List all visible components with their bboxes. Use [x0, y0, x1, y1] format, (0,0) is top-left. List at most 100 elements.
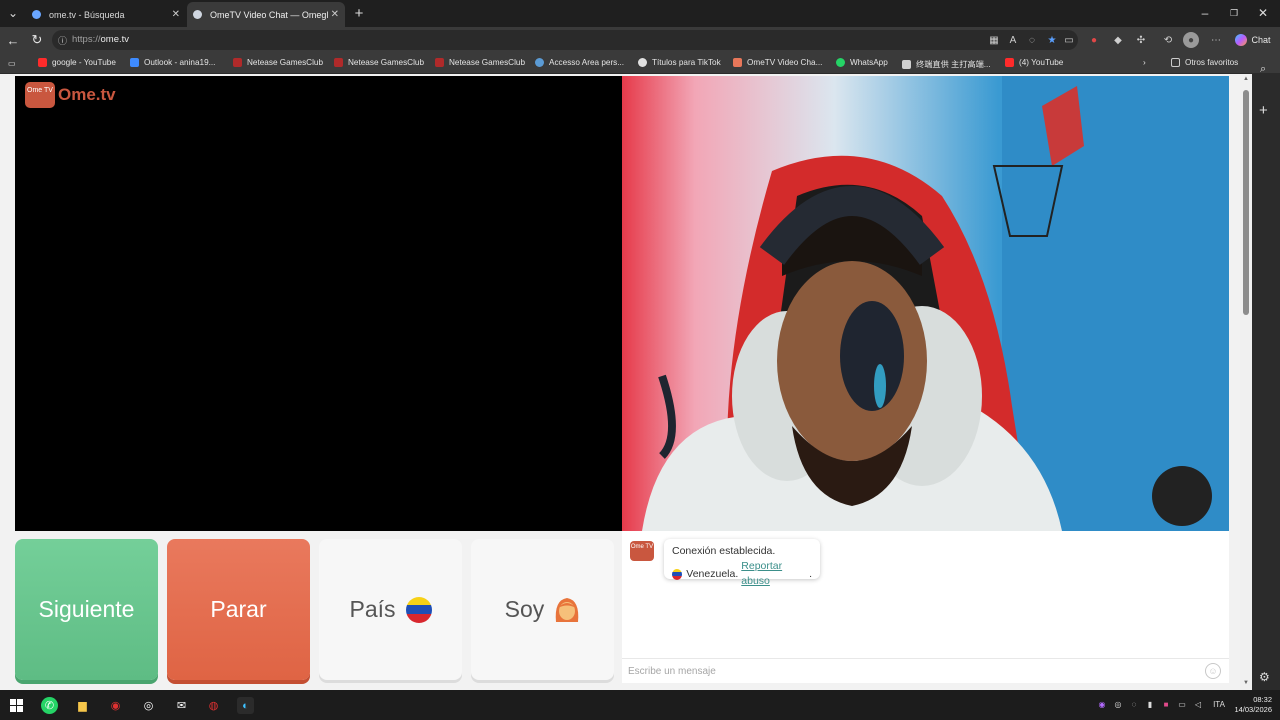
new-tab-button[interactable]: + — [350, 4, 368, 22]
file-explorer-icon[interactable]: ▆ — [74, 697, 91, 714]
close-tab-icon[interactable]: ✕ — [172, 9, 180, 20]
bookmark-item[interactable]: Netease GamesClub — [334, 58, 424, 67]
read-aloud-icon[interactable]: ◌ — [1024, 32, 1040, 48]
more-menu-icon[interactable]: ⋯ — [1208, 32, 1224, 48]
scrollbar-thumb[interactable] — [1243, 90, 1249, 315]
close-tab-icon[interactable]: ✕ — [331, 9, 339, 20]
translate-icon[interactable]: A — [1005, 32, 1021, 48]
bookmark-item[interactable]: (4) YouTube — [1005, 58, 1063, 67]
partner-country: Venezuela. — [686, 567, 739, 580]
copilot-chat-button[interactable]: Chat — [1233, 32, 1273, 48]
scroll-down-icon[interactable]: ▼ — [1243, 680, 1249, 686]
scroll-up-icon[interactable]: ▲ — [1243, 76, 1249, 82]
screen-recorder-icon[interactable]: ◍ — [205, 697, 222, 714]
ometv-page: Ome TV Ome.tv Siguiente Parar País Soy O… — [0, 74, 1240, 690]
back-icon[interactable]: ← — [4, 31, 22, 49]
extensions-puzzle-icon[interactable]: ✣ — [1133, 32, 1149, 48]
tab-list-dropdown-icon[interactable]: ⌄ — [4, 4, 22, 22]
address-toolbar: ← ↻ ⓘ https://ome.tv ▦ A ◌ ★ ▭ ● ◆ ✣ ⟲ ●… — [0, 27, 1280, 53]
chat-panel: Ome TV Conexión establecida. Venezuela. … — [622, 531, 1229, 683]
address-field[interactable]: ⓘ https://ome.tv — [52, 30, 1078, 50]
bookmark-label: google - YouTube — [52, 58, 116, 67]
site-info-icon[interactable]: ⓘ — [58, 34, 67, 47]
report-abuse-link[interactable]: Reportar abuso — [741, 559, 809, 589]
emoji-icon[interactable]: ☺ — [1205, 663, 1221, 679]
microphone-icon[interactable]: ▮ — [1144, 698, 1156, 710]
search-icon[interactable]: ⌕ — [1260, 63, 1266, 76]
bookmark-label: WhatsApp — [850, 58, 888, 67]
minimize-icon[interactable]: – — [1196, 4, 1214, 22]
venezuela-flag-icon — [405, 596, 432, 623]
report-suffix: . — [809, 567, 812, 580]
tab-search[interactable]: ome.tv - Búsqueda ✕ — [26, 2, 186, 27]
tray-app-icon[interactable]: ◌ — [1128, 698, 1140, 710]
edge-side-panel: ⌕ + ⚙ — [1252, 63, 1280, 690]
local-video: Ome TV Ome.tv — [15, 76, 622, 531]
whatsapp-app-icon[interactable]: ✆ — [41, 697, 58, 714]
mail-app-icon[interactable]: ✉ — [173, 697, 190, 714]
remote-video — [622, 76, 1229, 531]
ometv-logo[interactable]: Ome TV Ome.tv — [25, 82, 116, 108]
bookmark-item[interactable]: Netease GamesClub — [435, 58, 525, 67]
bookmark-label: Netease GamesClub — [247, 58, 323, 67]
profile-avatar-icon[interactable]: ● — [1183, 32, 1199, 48]
collections-icon[interactable]: ⟲ — [1160, 32, 1176, 48]
gender-button[interactable]: Soy — [471, 539, 614, 680]
tab-title: OmeTV Video Chat — Omegl — [210, 9, 329, 20]
country-label: País — [349, 596, 396, 622]
page-scrollbar[interactable]: ▲ ▼ — [1240, 74, 1252, 690]
youtube-icon — [1005, 58, 1014, 67]
favorite-star-icon[interactable]: ★ — [1044, 32, 1060, 48]
ometv-favicon-icon — [193, 10, 202, 19]
next-button[interactable]: Siguiente — [15, 539, 158, 680]
bookmark-item[interactable]: WhatsApp — [836, 58, 888, 67]
venezuela-flag-icon — [672, 568, 683, 580]
tab-ometv[interactable]: OmeTV Video Chat — Omegl ✕ — [187, 2, 345, 27]
windows-start-icon[interactable] — [8, 697, 25, 714]
edge-browser-icon[interactable]: ◐ — [237, 697, 254, 714]
extension-red-icon[interactable]: ● — [1086, 32, 1102, 48]
bookmark-item[interactable]: 终端直供 主打高端... — [902, 58, 991, 70]
tray-app-icon[interactable]: ◉ — [1096, 698, 1108, 710]
bookmark-label: Títulos para TikTok — [652, 58, 721, 67]
bookmark-item[interactable]: Outlook - anina19... — [130, 58, 215, 67]
system-message: Conexión establecida. Venezuela. Reporta… — [664, 539, 820, 587]
other-favorites-folder[interactable]: Otros favoritos — [1171, 58, 1238, 67]
copilot-label: Chat — [1251, 35, 1271, 45]
bookmark-item[interactable]: Títulos para TikTok — [638, 58, 721, 67]
stop-button[interactable]: Parar — [167, 539, 310, 680]
bookmark-item[interactable]: google - YouTube — [38, 58, 116, 67]
tiktok-titles-icon — [638, 58, 647, 67]
game-app-icon[interactable]: ◎ — [140, 697, 157, 714]
youtube-icon — [38, 58, 47, 67]
extension-diamond-icon[interactable]: ◆ — [1110, 32, 1126, 48]
bookmark-item[interactable]: Netease GamesClub — [233, 58, 323, 67]
settings-gear-icon[interactable]: ⚙ — [1259, 670, 1270, 684]
camera-icon[interactable]: ▭ — [1061, 32, 1077, 48]
gender-label: Soy — [504, 596, 545, 622]
network-icon[interactable]: ▭ — [1176, 698, 1188, 710]
volume-icon[interactable]: ◁ — [1192, 698, 1204, 710]
logo-text: Ome.tv — [58, 85, 116, 104]
tray-app-icon[interactable]: ■ — [1160, 698, 1172, 710]
sidebar-toggle-icon[interactable]: ▭ — [8, 58, 16, 68]
bookmark-item[interactable]: OmeTV Video Cha... — [733, 58, 822, 67]
message-bar: ☺ — [622, 658, 1229, 683]
bookmarks-more-chevron-icon[interactable]: › — [1143, 58, 1146, 67]
netease-icon — [233, 58, 242, 67]
add-panel-icon[interactable]: + — [1259, 102, 1268, 119]
clock-time: 08:32 — [1253, 695, 1272, 704]
reload-icon[interactable]: ↻ — [28, 31, 46, 49]
bookmark-label: 终端直供 主打高端... — [916, 60, 991, 69]
language-indicator[interactable]: ITA — [1210, 698, 1228, 710]
apps-icon[interactable]: ▦ — [986, 32, 1002, 48]
red-app-icon[interactable]: ◉ — [107, 697, 124, 714]
close-window-icon[interactable]: ✕ — [1254, 4, 1272, 22]
system-clock[interactable]: 08:32 14/03/2026 — [1234, 695, 1272, 715]
restore-icon[interactable]: ❐ — [1225, 4, 1243, 22]
message-input[interactable] — [628, 663, 1188, 679]
country-button[interactable]: País — [319, 539, 462, 680]
bookmark-item[interactable]: Accesso Area pers... — [535, 58, 624, 67]
bookmark-label: OmeTV Video Cha... — [747, 58, 823, 67]
tray-app-icon[interactable]: ◎ — [1112, 698, 1124, 710]
